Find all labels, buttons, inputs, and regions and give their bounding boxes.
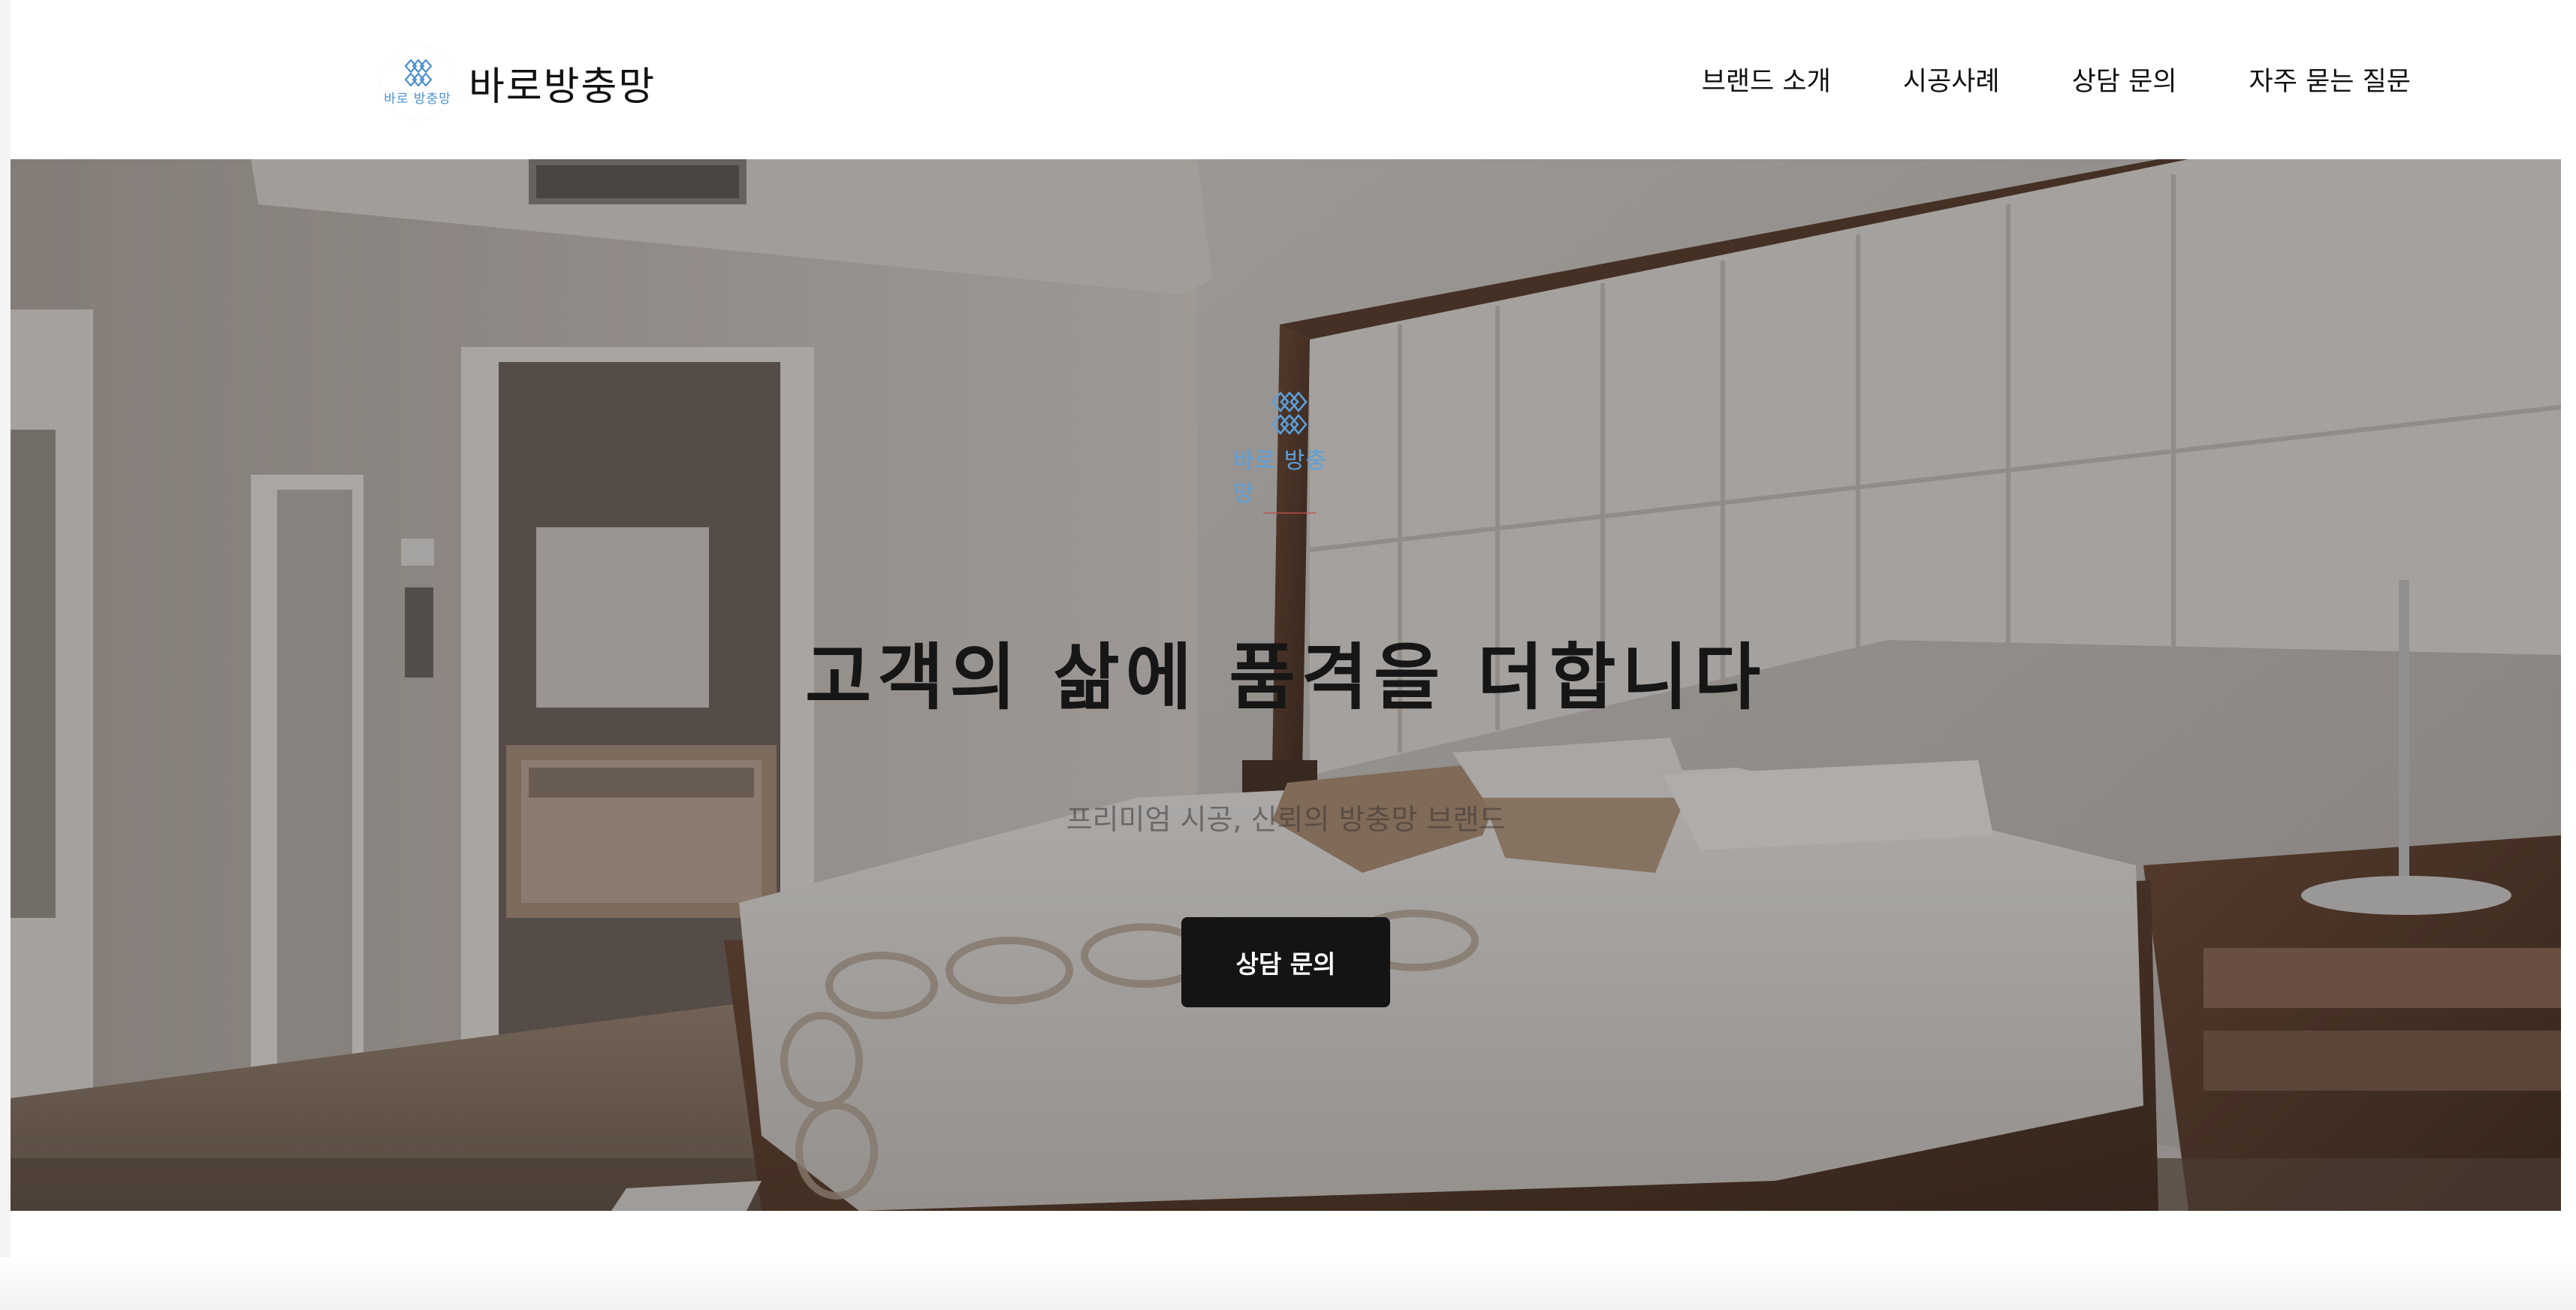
diamond-mesh-logo-icon — [404, 59, 433, 86]
hero-logo: 바로 방충망 — [1233, 391, 1346, 514]
page-bottom-area — [0, 1257, 2576, 1310]
brand-logo-text: 바로 방충망 — [384, 91, 451, 107]
nav-faq[interactable]: 자주 묻는 질문 — [2249, 60, 2411, 98]
brand-name: 바로방충망 — [469, 64, 656, 110]
page: 바로 방충망 바로방충망 브랜드 소개 시공사례 상담 문의 자주 묻는 질문 — [0, 0, 2576, 1310]
hero-logo-text: 바로 방충망 — [1233, 448, 1327, 507]
window-edge — [0, 0, 11, 1310]
hero-section: 바로 방충망 고객의 삶에 품격을 더합니다 프리미엄 시공, 신뢰의 방충망 … — [11, 159, 2561, 1211]
hero-title: 고객의 삶에 품격을 더합니다 — [804, 635, 1767, 720]
brand-logo: 바로 방충망 — [382, 47, 454, 119]
brand-home-link[interactable]: 바로 방충망 바로방충망 — [382, 45, 656, 120]
nav-brand-intro[interactable]: 브랜드 소개 — [1702, 60, 1831, 98]
hero-subtitle: 프리미엄 시공, 신뢰의 방충망 브랜드 — [1066, 803, 1506, 836]
diamond-mesh-logo-icon — [1271, 391, 1308, 436]
main-nav: 브랜드 소개 시공사례 상담 문의 자주 묻는 질문 — [1702, 60, 2411, 98]
nav-consultation[interactable]: 상담 문의 — [2072, 60, 2177, 98]
consultation-cta-button[interactable]: 상담 문의 — [1181, 917, 1390, 1007]
hero-logo-underline — [1263, 512, 1316, 514]
site-header: 바로 방충망 바로방충망 브랜드 소개 시공사례 상담 문의 자주 묻는 질문 — [11, 0, 2561, 159]
nav-case-studies[interactable]: 시공사례 — [1903, 60, 2000, 98]
